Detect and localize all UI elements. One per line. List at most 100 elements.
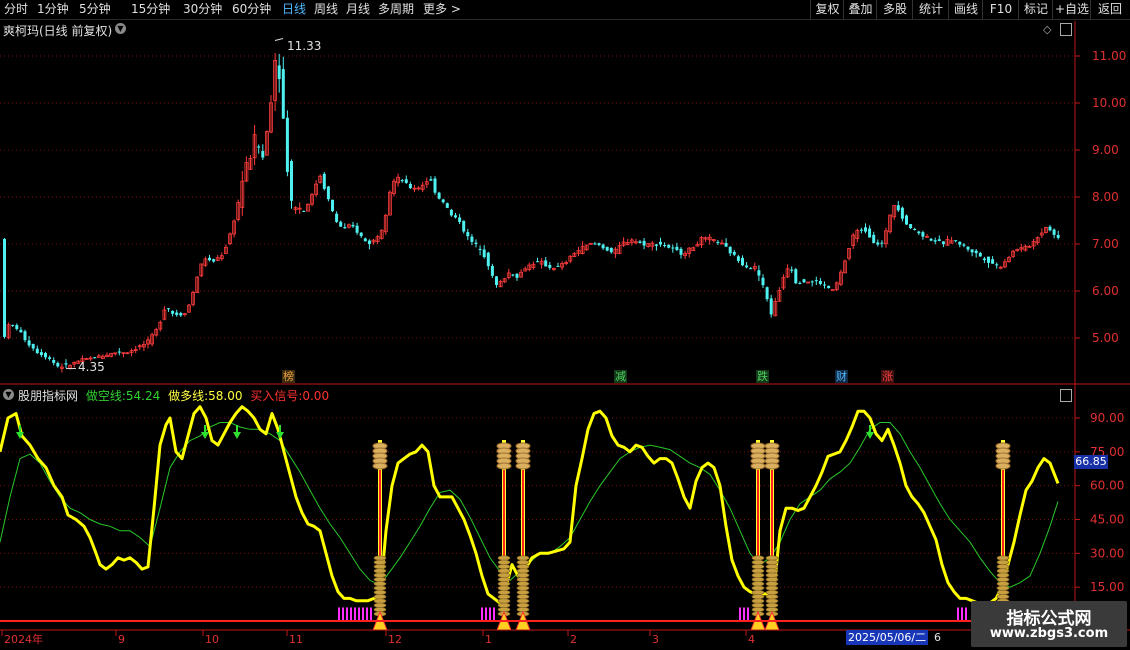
candle-body	[917, 231, 921, 234]
toolbar-button-8[interactable]: 返回	[1090, 0, 1129, 19]
candle-body	[486, 252, 490, 267]
candle-body	[638, 241, 642, 243]
signal-bar	[370, 607, 372, 621]
sell-arrow-icon	[201, 432, 209, 439]
candle-body	[470, 236, 474, 242]
signal-bar	[961, 607, 963, 621]
candle-body	[667, 244, 671, 248]
toolbar-button-3[interactable]: 统计	[912, 0, 949, 19]
candle-body	[167, 308, 170, 310]
toolbar-button-5[interactable]: F10	[982, 0, 1019, 19]
stock-chart: 11.0010.009.008.007.006.005.0090.0075.00…	[0, 21, 1130, 646]
toolbar-button-4[interactable]: 画线	[948, 0, 983, 19]
candle-body	[757, 270, 761, 276]
candle-body	[921, 232, 925, 237]
candle-body	[601, 244, 605, 249]
candle-body	[802, 279, 806, 283]
tab-4[interactable]: 30分钟	[183, 1, 222, 17]
candle-body	[970, 249, 974, 253]
candle-body	[818, 281, 822, 285]
high-price-label: 11.33	[287, 39, 322, 53]
title-dropdown-icon[interactable]: ▼	[115, 23, 126, 34]
candle-body	[929, 238, 933, 241]
toolbar-button-6[interactable]: 标记	[1018, 0, 1053, 19]
tab-7[interactable]: 周线	[314, 1, 338, 17]
signal-bar	[485, 607, 487, 621]
candle-body	[905, 215, 908, 225]
price-axis-label: 10.00	[1092, 96, 1126, 110]
tab-2[interactable]: 5分钟	[79, 1, 111, 17]
candle-body	[56, 362, 60, 367]
toolbar-button-7[interactable]: +自选	[1052, 0, 1091, 19]
tab-0[interactable]: 分时	[4, 1, 28, 17]
price-axis-label: 8.00	[1092, 190, 1119, 204]
candle-body	[355, 225, 359, 233]
candle-body	[23, 331, 27, 341]
event-tag-0[interactable]: 榜	[282, 370, 295, 383]
tab-10[interactable]: 更多 >	[423, 1, 461, 17]
tab-3[interactable]: 15分钟	[131, 1, 170, 17]
signal-bar	[346, 607, 348, 621]
candle-body	[716, 241, 720, 244]
candle-body	[728, 246, 732, 254]
candle-body	[351, 224, 355, 227]
candle-body	[663, 245, 667, 247]
candle-body	[290, 161, 293, 201]
candle-body	[741, 257, 744, 266]
candle-body	[367, 240, 371, 245]
indicator-dropdown-icon[interactable]: ▼	[3, 389, 14, 400]
candle-body	[441, 199, 445, 203]
candle-body	[48, 357, 52, 359]
signal-bar	[338, 607, 340, 621]
candle-body	[941, 241, 945, 245]
candle-body	[1052, 229, 1056, 235]
signal-bar	[739, 607, 741, 621]
toolbar-button-1[interactable]: 叠加	[843, 0, 877, 19]
candle-body	[814, 280, 818, 282]
candle-body	[93, 357, 97, 359]
signal-bar	[354, 607, 356, 621]
price-axis-label: 11.00	[1092, 49, 1126, 63]
buy-signal-marker	[496, 440, 512, 631]
candle-body	[1056, 234, 1060, 238]
candle-body	[449, 209, 453, 216]
candle-body	[462, 220, 466, 232]
candle-body	[868, 228, 872, 238]
long-line-label: 做多线:	[168, 389, 209, 403]
candle-body	[285, 117, 289, 172]
candle-body	[175, 312, 179, 315]
toolbar-button-2[interactable]: 多股	[876, 0, 913, 19]
signal-bar	[350, 607, 352, 621]
price-axis-label: 6.00	[1092, 284, 1119, 298]
tab-9[interactable]: 多周期	[378, 1, 414, 17]
tab-1[interactable]: 1分钟	[37, 1, 69, 17]
indicator-axis-label: 45.00	[1090, 513, 1124, 527]
candle-body	[790, 269, 794, 271]
diamond-icon[interactable]: ◇	[1043, 23, 1051, 36]
toolbar-button-0[interactable]: 复权	[810, 0, 844, 19]
candle-body	[15, 325, 19, 330]
tab-8[interactable]: 月线	[346, 1, 370, 17]
candle-body	[830, 289, 835, 292]
candle-body	[281, 69, 285, 119]
candle-body	[1048, 226, 1052, 231]
indicator-maximize-icon[interactable]	[1060, 389, 1072, 402]
buy-signal-marker	[750, 440, 766, 631]
date-axis-label: 9	[118, 633, 125, 646]
candle-body	[732, 251, 736, 255]
candle-body	[827, 285, 831, 289]
event-tag-2[interactable]: 跌	[756, 370, 769, 383]
candle-body	[749, 268, 753, 270]
candle-body	[454, 215, 457, 218]
candle-body	[544, 260, 548, 267]
candle-body	[359, 232, 363, 237]
tab-6[interactable]: 日线	[282, 1, 306, 17]
event-tag-4[interactable]: 涨	[881, 370, 894, 383]
candle-body	[39, 352, 43, 356]
panel-maximize-icon[interactable]	[1060, 23, 1072, 36]
price-axis-label: 5.00	[1092, 331, 1119, 345]
tab-5[interactable]: 60分钟	[232, 1, 271, 17]
event-tag-1[interactable]: 减	[614, 370, 627, 383]
candle-body	[810, 281, 814, 283]
event-tag-3[interactable]: 财	[835, 370, 848, 383]
